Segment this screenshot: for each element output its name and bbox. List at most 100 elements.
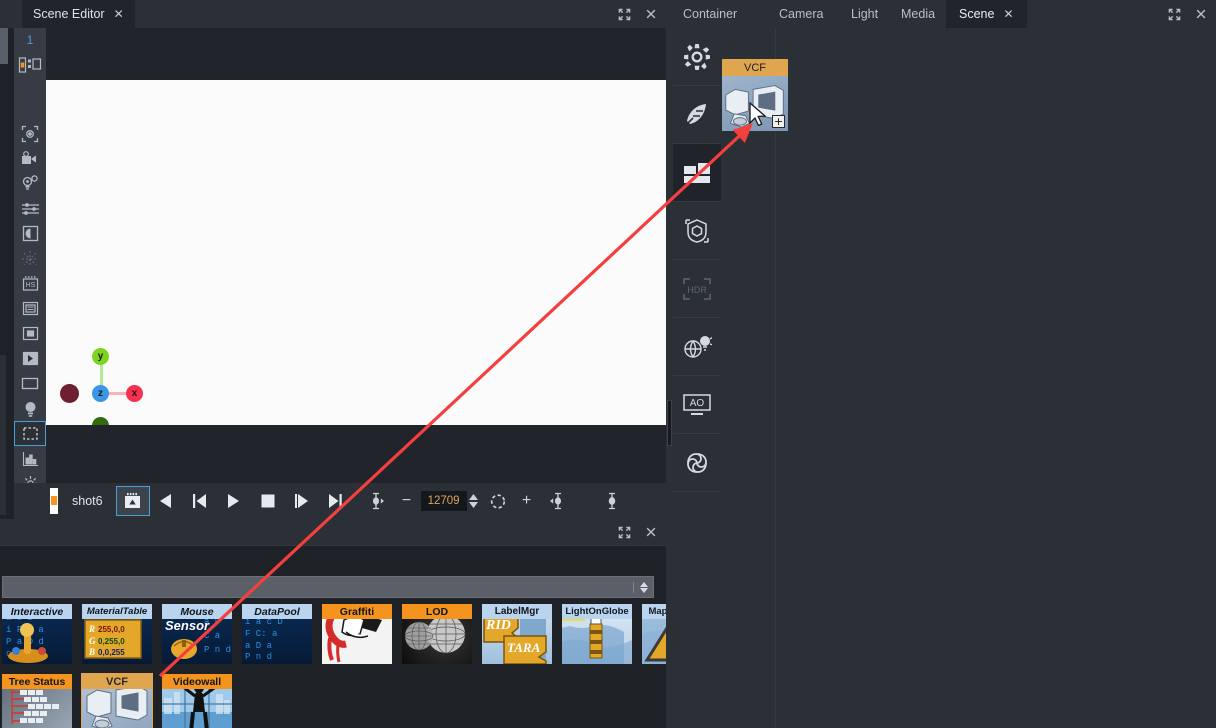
shield-cube-icon[interactable]: [673, 202, 721, 260]
asset-tree-status[interactable]: Tree Status: [2, 674, 72, 728]
asset-browser-panel: a c D i F e a P a D d c t i: [0, 519, 712, 728]
media-icon[interactable]: [673, 144, 721, 202]
asset-vcf[interactable]: VCF: [81, 673, 153, 728]
close-icon[interactable]: ✕: [1003, 8, 1013, 20]
asset-search-input[interactable]: [3, 580, 633, 594]
close-icon[interactable]: ✕: [114, 8, 124, 20]
asset-lightonglobe[interactable]: LightOnGlobe: [562, 604, 632, 664]
left-tabbar: Scene Editor ✕: [0, 0, 666, 28]
window-edge-handle-top[interactable]: [0, 28, 8, 64]
close-icon[interactable]: [645, 526, 658, 539]
arrow-cursor: [749, 102, 766, 126]
expand-icon[interactable]: [618, 8, 631, 21]
asset-search-stepper[interactable]: [633, 581, 648, 593]
gear-icon[interactable]: [673, 28, 721, 86]
asset-search-bar[interactable]: [2, 576, 654, 598]
play-button[interactable]: [217, 487, 251, 515]
sliders-icon[interactable]: [14, 196, 46, 221]
contrast-icon[interactable]: [14, 221, 46, 246]
stop-button[interactable]: [251, 487, 285, 515]
asset-materialtable[interactable]: D a d R 255,0,0 G 0,255,0 B 0,0,255: [82, 604, 152, 664]
rectangle-icon[interactable]: [14, 371, 46, 396]
panel-icon[interactable]: [14, 296, 46, 321]
record-keyframe-button[interactable]: [115, 486, 150, 516]
globe-light-icon[interactable]: [673, 318, 721, 376]
hdr-icon[interactable]: HDR: [673, 260, 721, 318]
key-marker-button[interactable]: [595, 487, 629, 515]
axis-node-y[interactable]: y: [92, 348, 109, 365]
tab-scene-editor[interactable]: Scene Editor ✕: [22, 0, 135, 28]
spiral-icon[interactable]: [673, 434, 721, 492]
axis-node-z[interactable]: z: [92, 385, 109, 402]
axis-node-x[interactable]: x: [126, 385, 143, 402]
center-frame-icon[interactable]: [14, 321, 46, 346]
asset-title: Tree Status: [2, 674, 72, 689]
svg-text:G: G: [89, 636, 96, 646]
svg-text:P n d: P n d: [204, 645, 231, 655]
asset-mouse-sensor[interactable]: a D C a P n d Sensor Mouse: [162, 604, 232, 664]
close-icon[interactable]: [1195, 8, 1208, 21]
tab-camera[interactable]: Camera: [766, 0, 836, 28]
selection-bounds-icon[interactable]: [14, 421, 46, 446]
bar-chart-icon[interactable]: [14, 446, 46, 471]
properties-scrollbar[interactable]: [667, 400, 672, 446]
asset-title: VCF: [82, 674, 152, 689]
loop-button[interactable]: [481, 487, 515, 515]
asset-title: Graffiti: [322, 604, 392, 619]
key-next-button[interactable]: [539, 487, 573, 515]
shot-label: shot6: [72, 494, 103, 508]
particles-icon[interactable]: [14, 246, 46, 271]
asset-grid: a c D i F e a P a D d c t i: [2, 604, 712, 728]
asset-row-2: Tree Status VCF Videowall: [2, 673, 232, 728]
asset-interactive[interactable]: a c D i F e a P a D d c t i: [2, 604, 72, 664]
asset-datapool[interactable]: i a c D F C: a a D a P n d DataPool: [242, 604, 312, 664]
scene-viewport[interactable]: y z x: [46, 80, 666, 434]
frame-decrement-button[interactable]: −: [395, 492, 419, 510]
asset-browser-body: a c D i F e a P a D d c t i: [0, 545, 712, 728]
axis-node-neg-x[interactable]: [60, 384, 79, 403]
lamp-icon[interactable]: [14, 396, 46, 421]
skip-end-button[interactable]: [319, 487, 353, 515]
tab-scene[interactable]: Scene ✕: [946, 0, 1027, 28]
tab-media[interactable]: Media: [888, 0, 948, 28]
viewport-bottom-bar: [46, 425, 666, 483]
asset-videowall[interactable]: Videowall: [162, 674, 232, 728]
frame-input[interactable]: 12709: [420, 491, 467, 511]
timeline-marker[interactable]: [50, 488, 58, 514]
frame-increment-button[interactable]: +: [515, 492, 539, 510]
scene-properties-body: HDR AO: [666, 28, 1216, 728]
svg-text:AO: AO: [690, 398, 705, 409]
asset-labelmgr[interactable]: RID TARA LabelMgr: [482, 604, 552, 664]
scene-editor-window: Scene Editor ✕ 1 HS y z x shot6 − 12709 …: [0, 0, 712, 728]
feather-icon[interactable]: [673, 86, 721, 144]
right-tabbar: Container Camera Light Media Scene ✕: [666, 0, 1216, 28]
svg-text:255,0,0: 255,0,0: [98, 625, 125, 634]
play-reverse-button[interactable]: [149, 487, 183, 515]
step-forward-button[interactable]: [285, 487, 319, 515]
layer-number: 1: [26, 33, 34, 47]
ao-icon[interactable]: AO: [673, 376, 721, 434]
light-bulb-icon[interactable]: [14, 171, 46, 196]
layout-icon[interactable]: [14, 52, 46, 77]
asset-graffiti[interactable]: Graffiti: [322, 604, 392, 664]
scene-category-iconbar: HDR AO: [673, 28, 721, 498]
asset-title: MaterialTable: [82, 604, 152, 619]
key-prev-button[interactable]: [361, 487, 395, 515]
asset-browser-header: [0, 519, 666, 545]
svg-text:0,255,0: 0,255,0: [98, 637, 125, 646]
window-edge-handle-bottom[interactable]: [0, 355, 6, 515]
skip-start-button[interactable]: [183, 487, 217, 515]
hs-icon[interactable]: HS: [14, 271, 46, 296]
tab-light[interactable]: Light: [838, 0, 891, 28]
axis-gizmo[interactable]: y z x: [54, 338, 164, 438]
camera-target-icon[interactable]: [14, 121, 46, 146]
asset-lod[interactable]: LOD: [402, 604, 472, 664]
close-icon[interactable]: [645, 8, 658, 21]
flag-icon[interactable]: [14, 346, 46, 371]
tab-container[interactable]: Container: [670, 0, 750, 28]
camera-icon[interactable]: [14, 146, 46, 171]
expand-icon[interactable]: [618, 526, 631, 539]
expand-icon[interactable]: [1168, 8, 1181, 21]
frame-stepper[interactable]: [468, 494, 478, 508]
asset-title: LOD: [402, 604, 472, 619]
